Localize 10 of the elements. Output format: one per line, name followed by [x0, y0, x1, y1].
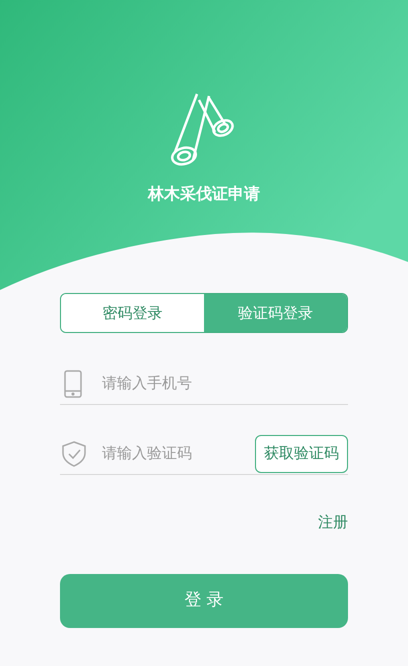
phone-icon: [64, 370, 82, 398]
login-tab[interactable]: 密码登录: [61, 294, 204, 332]
app-title: 林木采伐证申请: [148, 183, 260, 205]
phone-field[interactable]: 请输入手机号: [102, 372, 348, 395]
get-code-button[interactable]: 获取验证码: [255, 434, 348, 472]
code-field[interactable]: 请输入验证码: [102, 442, 232, 465]
shield-check-icon: [62, 440, 86, 466]
login-tab[interactable]: 验证码登录: [204, 294, 347, 332]
register-link[interactable]: 注册: [318, 511, 348, 534]
login-button[interactable]: 登 录: [60, 574, 348, 628]
